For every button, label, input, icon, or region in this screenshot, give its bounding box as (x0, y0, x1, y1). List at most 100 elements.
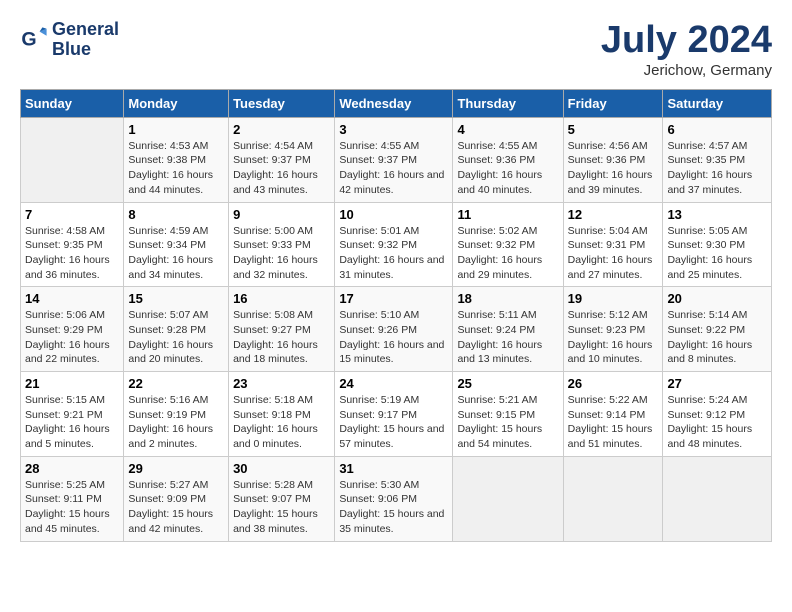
day-number: 15 (128, 291, 224, 306)
calendar-cell: 6 Sunrise: 4:57 AMSunset: 9:35 PMDayligh… (663, 117, 772, 202)
day-info: Sunrise: 4:55 AMSunset: 9:37 PMDaylight:… (339, 139, 448, 198)
day-number: 4 (457, 122, 558, 137)
day-info: Sunrise: 5:06 AMSunset: 9:29 PMDaylight:… (25, 308, 119, 367)
day-info: Sunrise: 4:53 AMSunset: 9:38 PMDaylight:… (128, 139, 224, 198)
day-number: 24 (339, 376, 448, 391)
day-info: Sunrise: 5:22 AMSunset: 9:14 PMDaylight:… (568, 393, 659, 452)
day-info: Sunrise: 5:14 AMSunset: 9:22 PMDaylight:… (667, 308, 767, 367)
logo-text: General Blue (52, 20, 119, 60)
calendar-cell: 15 Sunrise: 5:07 AMSunset: 9:28 PMDaylig… (124, 287, 229, 372)
day-info: Sunrise: 5:24 AMSunset: 9:12 PMDaylight:… (667, 393, 767, 452)
calendar-cell: 24 Sunrise: 5:19 AMSunset: 9:17 PMDaylig… (335, 372, 453, 457)
calendar-cell: 21 Sunrise: 5:15 AMSunset: 9:21 PMDaylig… (21, 372, 124, 457)
day-number: 20 (667, 291, 767, 306)
calendar-cell: 20 Sunrise: 5:14 AMSunset: 9:22 PMDaylig… (663, 287, 772, 372)
calendar-cell: 12 Sunrise: 5:04 AMSunset: 9:31 PMDaylig… (563, 202, 663, 287)
day-number: 23 (233, 376, 330, 391)
month-title: July 2024 (601, 20, 772, 62)
calendar-cell: 13 Sunrise: 5:05 AMSunset: 9:30 PMDaylig… (663, 202, 772, 287)
day-number: 6 (667, 122, 767, 137)
calendar-week-2: 7 Sunrise: 4:58 AMSunset: 9:35 PMDayligh… (21, 202, 772, 287)
day-number: 25 (457, 376, 558, 391)
calendar-cell (563, 456, 663, 541)
day-info: Sunrise: 5:08 AMSunset: 9:27 PMDaylight:… (233, 308, 330, 367)
day-number: 19 (568, 291, 659, 306)
day-info: Sunrise: 5:16 AMSunset: 9:19 PMDaylight:… (128, 393, 224, 452)
calendar-cell: 31 Sunrise: 5:30 AMSunset: 9:06 PMDaylig… (335, 456, 453, 541)
calendar-cell: 4 Sunrise: 4:55 AMSunset: 9:36 PMDayligh… (453, 117, 563, 202)
day-number: 11 (457, 207, 558, 222)
location: Jerichow, Germany (601, 62, 772, 79)
col-header-saturday: Saturday (663, 89, 772, 117)
day-number: 18 (457, 291, 558, 306)
title-area: July 2024 Jerichow, Germany (601, 20, 772, 79)
calendar-cell: 7 Sunrise: 4:58 AMSunset: 9:35 PMDayligh… (21, 202, 124, 287)
calendar-cell: 26 Sunrise: 5:22 AMSunset: 9:14 PMDaylig… (563, 372, 663, 457)
calendar-cell: 29 Sunrise: 5:27 AMSunset: 9:09 PMDaylig… (124, 456, 229, 541)
day-info: Sunrise: 4:55 AMSunset: 9:36 PMDaylight:… (457, 139, 558, 198)
col-header-thursday: Thursday (453, 89, 563, 117)
calendar-cell: 19 Sunrise: 5:12 AMSunset: 9:23 PMDaylig… (563, 287, 663, 372)
day-info: Sunrise: 5:00 AMSunset: 9:33 PMDaylight:… (233, 224, 330, 283)
logo-icon: G (20, 26, 48, 54)
day-info: Sunrise: 5:21 AMSunset: 9:15 PMDaylight:… (457, 393, 558, 452)
calendar-cell: 16 Sunrise: 5:08 AMSunset: 9:27 PMDaylig… (229, 287, 335, 372)
col-header-tuesday: Tuesday (229, 89, 335, 117)
calendar-week-4: 21 Sunrise: 5:15 AMSunset: 9:21 PMDaylig… (21, 372, 772, 457)
day-number: 9 (233, 207, 330, 222)
calendar-cell: 18 Sunrise: 5:11 AMSunset: 9:24 PMDaylig… (453, 287, 563, 372)
day-info: Sunrise: 5:05 AMSunset: 9:30 PMDaylight:… (667, 224, 767, 283)
calendar-week-5: 28 Sunrise: 5:25 AMSunset: 9:11 PMDaylig… (21, 456, 772, 541)
day-info: Sunrise: 5:28 AMSunset: 9:07 PMDaylight:… (233, 478, 330, 537)
calendar-cell (21, 117, 124, 202)
day-number: 22 (128, 376, 224, 391)
calendar-week-3: 14 Sunrise: 5:06 AMSunset: 9:29 PMDaylig… (21, 287, 772, 372)
day-number: 7 (25, 207, 119, 222)
day-number: 26 (568, 376, 659, 391)
day-info: Sunrise: 5:30 AMSunset: 9:06 PMDaylight:… (339, 478, 448, 537)
calendar-cell: 9 Sunrise: 5:00 AMSunset: 9:33 PMDayligh… (229, 202, 335, 287)
logo: G General Blue (20, 20, 119, 60)
day-number: 27 (667, 376, 767, 391)
calendar-cell: 28 Sunrise: 5:25 AMSunset: 9:11 PMDaylig… (21, 456, 124, 541)
calendar-cell: 14 Sunrise: 5:06 AMSunset: 9:29 PMDaylig… (21, 287, 124, 372)
day-info: Sunrise: 4:59 AMSunset: 9:34 PMDaylight:… (128, 224, 224, 283)
col-header-sunday: Sunday (21, 89, 124, 117)
col-header-wednesday: Wednesday (335, 89, 453, 117)
calendar-cell: 25 Sunrise: 5:21 AMSunset: 9:15 PMDaylig… (453, 372, 563, 457)
day-info: Sunrise: 4:58 AMSunset: 9:35 PMDaylight:… (25, 224, 119, 283)
day-number: 28 (25, 461, 119, 476)
calendar-cell: 30 Sunrise: 5:28 AMSunset: 9:07 PMDaylig… (229, 456, 335, 541)
day-info: Sunrise: 5:15 AMSunset: 9:21 PMDaylight:… (25, 393, 119, 452)
calendar-table: SundayMondayTuesdayWednesdayThursdayFrid… (20, 89, 772, 542)
calendar-cell: 27 Sunrise: 5:24 AMSunset: 9:12 PMDaylig… (663, 372, 772, 457)
calendar-cell: 23 Sunrise: 5:18 AMSunset: 9:18 PMDaylig… (229, 372, 335, 457)
day-number: 13 (667, 207, 767, 222)
day-number: 5 (568, 122, 659, 137)
calendar-cell (453, 456, 563, 541)
day-info: Sunrise: 5:07 AMSunset: 9:28 PMDaylight:… (128, 308, 224, 367)
calendar-cell: 5 Sunrise: 4:56 AMSunset: 9:36 PMDayligh… (563, 117, 663, 202)
calendar-week-1: 1 Sunrise: 4:53 AMSunset: 9:38 PMDayligh… (21, 117, 772, 202)
day-info: Sunrise: 5:04 AMSunset: 9:31 PMDaylight:… (568, 224, 659, 283)
day-info: Sunrise: 5:12 AMSunset: 9:23 PMDaylight:… (568, 308, 659, 367)
svg-text:G: G (21, 28, 36, 50)
day-number: 1 (128, 122, 224, 137)
day-number: 8 (128, 207, 224, 222)
col-header-monday: Monday (124, 89, 229, 117)
day-info: Sunrise: 5:25 AMSunset: 9:11 PMDaylight:… (25, 478, 119, 537)
day-number: 31 (339, 461, 448, 476)
day-number: 14 (25, 291, 119, 306)
calendar-cell: 1 Sunrise: 4:53 AMSunset: 9:38 PMDayligh… (124, 117, 229, 202)
day-info: Sunrise: 4:56 AMSunset: 9:36 PMDaylight:… (568, 139, 659, 198)
calendar-cell: 3 Sunrise: 4:55 AMSunset: 9:37 PMDayligh… (335, 117, 453, 202)
day-number: 30 (233, 461, 330, 476)
day-info: Sunrise: 5:02 AMSunset: 9:32 PMDaylight:… (457, 224, 558, 283)
day-info: Sunrise: 5:18 AMSunset: 9:18 PMDaylight:… (233, 393, 330, 452)
day-number: 16 (233, 291, 330, 306)
day-number: 21 (25, 376, 119, 391)
day-info: Sunrise: 4:54 AMSunset: 9:37 PMDaylight:… (233, 139, 330, 198)
day-info: Sunrise: 5:10 AMSunset: 9:26 PMDaylight:… (339, 308, 448, 367)
day-number: 2 (233, 122, 330, 137)
calendar-cell: 11 Sunrise: 5:02 AMSunset: 9:32 PMDaylig… (453, 202, 563, 287)
